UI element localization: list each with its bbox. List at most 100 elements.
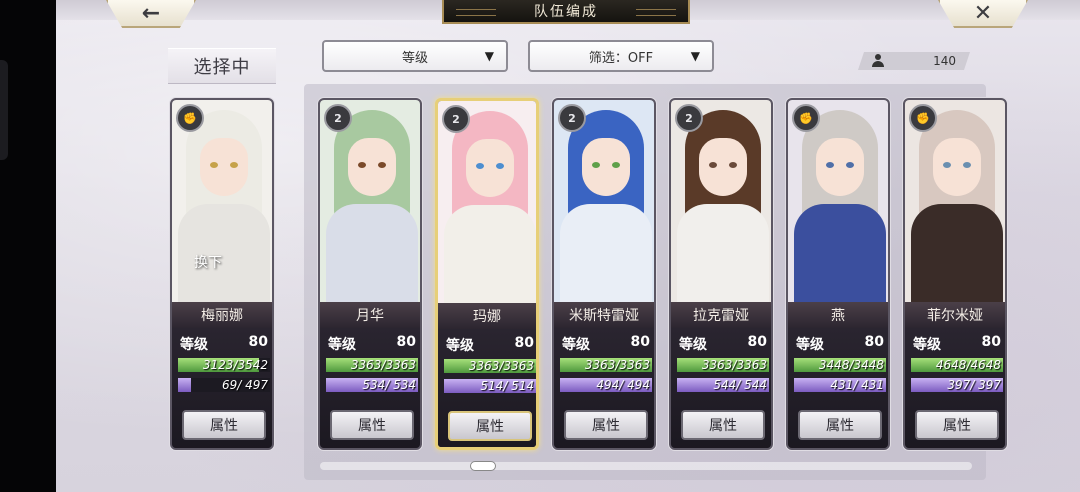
level-value: 80 xyxy=(864,334,884,350)
mp-text: 397/ 397 xyxy=(947,378,1001,392)
character-name: 拉克雷娅 xyxy=(671,302,771,328)
close-button[interactable]: ✕ xyxy=(938,0,1028,28)
character-card[interactable]: ✊ 燕 等级 80 3448/3448 431/ 431 属性 xyxy=(786,98,890,450)
character-name: 米斯特雷娅 xyxy=(554,302,654,328)
scroll-thumb[interactable] xyxy=(469,461,496,471)
portrait-face xyxy=(466,139,514,197)
fist-icon: ✊ xyxy=(792,104,820,132)
portrait-body xyxy=(560,204,652,304)
hp-bar: 3363/3363 xyxy=(677,358,769,372)
user-icon xyxy=(872,54,884,67)
level-row: 等级 80 xyxy=(679,334,767,353)
horizontal-scrollbar[interactable] xyxy=(320,461,972,471)
mp-bar: 431/ 431 xyxy=(794,378,886,392)
attributes-button[interactable]: 属性 xyxy=(330,410,414,440)
character-stats: 等级 80 3123/3542 69/ 497 属性 xyxy=(172,328,272,448)
mp-text: 534/ 534 xyxy=(362,378,416,392)
hp-text: 4648/4648 xyxy=(935,358,1001,372)
filter-dropdown[interactable]: 筛选：OFF ▼ xyxy=(528,40,714,72)
hp-text: 3363/3363 xyxy=(468,359,534,373)
portrait-body xyxy=(444,205,536,305)
portrait-eye xyxy=(476,163,484,169)
portrait-eye xyxy=(826,162,834,168)
attributes-button[interactable]: 属性 xyxy=(564,410,648,440)
level-value: 80 xyxy=(248,334,268,350)
attributes-button[interactable]: 属性 xyxy=(448,411,532,441)
character-stats: 等级 80 3363/3363 544/ 544 属性 xyxy=(671,328,771,448)
fist-icon: ✊ xyxy=(909,104,937,132)
level-row: 等级 80 xyxy=(913,334,1001,353)
filter-dropdown-label: 筛选：OFF xyxy=(588,50,654,66)
mp-bar: 534/ 534 xyxy=(326,378,418,392)
portrait-eye xyxy=(230,162,238,168)
back-arrow-icon: ← xyxy=(141,0,161,26)
character-name: 玛娜 xyxy=(438,303,536,329)
level-label: 等级 xyxy=(180,337,208,353)
attributes-button[interactable]: 属性 xyxy=(681,410,765,440)
portrait-body xyxy=(326,204,418,304)
swap-out-label: 换下 xyxy=(194,255,222,271)
selected-character-card[interactable]: 换下 ✊ 梅丽娜 等级 80 3123/3542 69/ 497 属性 xyxy=(170,98,274,450)
character-name: 菲尔米娅 xyxy=(905,302,1005,328)
hp-text: 3363/3363 xyxy=(350,358,416,372)
portrait-face xyxy=(200,138,248,196)
attributes-button[interactable]: 属性 xyxy=(798,410,882,440)
hp-text: 3363/3363 xyxy=(584,358,650,372)
mp-text: 431/ 431 xyxy=(830,378,884,392)
attributes-button[interactable]: 属性 xyxy=(182,410,266,440)
character-card[interactable]: 2 米斯特雷娅 等级 80 3363/3363 494/ 494 属性 xyxy=(552,98,656,450)
rank-emblem-icon: 2 xyxy=(675,104,703,132)
sort-dropdown[interactable]: 等级 ▼ xyxy=(322,40,508,72)
character-count-value: 140 xyxy=(933,54,956,68)
back-button[interactable]: ← xyxy=(106,0,196,28)
rank-emblem-icon: 2 xyxy=(442,105,470,133)
portrait-eye xyxy=(378,162,386,168)
portrait-face xyxy=(582,138,630,196)
character-name: 月华 xyxy=(320,302,420,328)
mp-text: 69/ 497 xyxy=(221,378,268,392)
level-row: 等级 80 xyxy=(562,334,650,353)
portrait-face xyxy=(816,138,864,196)
portrait-eye xyxy=(709,162,717,168)
character-count: 140 xyxy=(858,52,970,70)
character-card[interactable]: 2 拉克雷娅 等级 80 3363/3363 544/ 544 属性 xyxy=(669,98,773,450)
character-card[interactable]: ✊ 菲尔米娅 等级 80 4648/4648 397/ 397 属性 xyxy=(903,98,1007,450)
level-value: 80 xyxy=(981,334,1001,350)
character-stats: 等级 80 3363/3363 514/ 514 属性 xyxy=(438,329,536,447)
portrait-body xyxy=(178,204,270,304)
portrait-eye xyxy=(846,162,854,168)
attributes-button[interactable]: 属性 xyxy=(915,410,999,440)
level-row: 等级 80 xyxy=(796,334,884,353)
portrait-eye xyxy=(963,162,971,168)
hp-bar: 3123/3542 xyxy=(178,358,270,372)
mp-fill xyxy=(178,378,191,392)
portrait-face xyxy=(699,138,747,196)
level-value: 80 xyxy=(747,334,767,350)
hp-bar: 3363/3363 xyxy=(326,358,418,372)
mp-bar: 494/ 494 xyxy=(560,378,652,392)
portrait-eye xyxy=(592,162,600,168)
portrait-eye xyxy=(729,162,737,168)
hp-text: 3363/3363 xyxy=(701,358,767,372)
level-label: 等级 xyxy=(796,337,824,353)
close-icon: ✕ xyxy=(973,0,993,26)
mp-bar: 544/ 544 xyxy=(677,378,769,392)
level-label: 等级 xyxy=(562,337,590,353)
team-formation-screen: ← 队伍编成 ✕ 选择中 等级 ▼ 筛选：OFF ▼ 140 换下 ✊ 梅丽娜 xyxy=(56,0,1080,492)
chevron-down-icon: ▼ xyxy=(690,49,700,63)
portrait-body xyxy=(677,204,769,304)
hp-bar: 3363/3363 xyxy=(444,359,536,373)
portrait-body xyxy=(911,204,1003,304)
level-label: 等级 xyxy=(446,338,474,354)
character-stats: 等级 80 3363/3363 494/ 494 属性 xyxy=(554,328,654,448)
portrait-eye xyxy=(210,162,218,168)
level-label: 等级 xyxy=(679,337,707,353)
level-row: 等级 80 xyxy=(446,335,534,354)
character-card[interactable]: 2 月华 等级 80 3363/3363 534/ 534 属性 xyxy=(318,98,422,450)
portrait-body xyxy=(794,204,886,304)
character-card[interactable]: 2 玛娜 等级 80 3363/3363 514/ 514 属性 xyxy=(435,98,539,450)
character-stats: 等级 80 4648/4648 397/ 397 属性 xyxy=(905,328,1005,448)
chevron-down-icon: ▼ xyxy=(484,49,494,63)
level-row: 等级 80 xyxy=(180,334,268,353)
hp-text: 3123/3542 xyxy=(202,358,268,372)
